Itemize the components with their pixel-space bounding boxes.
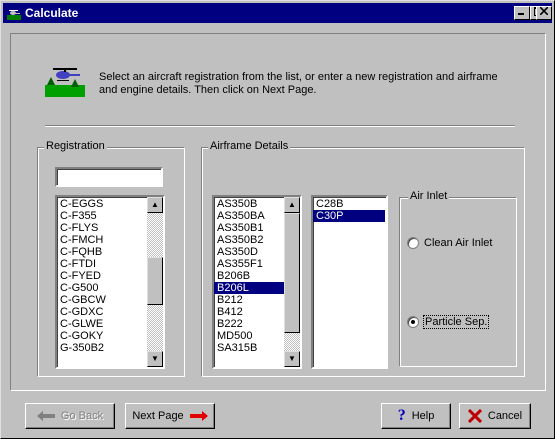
- minimize-icon: [518, 13, 524, 15]
- airframe-list-item[interactable]: AS350B1: [214, 222, 284, 234]
- next-page-label: Next Page: [132, 410, 184, 422]
- particle-sep-label: Particle Sep.: [422, 315, 490, 329]
- registration-list-item[interactable]: C-EGGS: [57, 198, 147, 210]
- registration-list-item[interactable]: C-FQHB: [57, 246, 147, 258]
- window-title: Calculate: [25, 6, 79, 20]
- airframe-legend: Airframe Details: [208, 140, 291, 152]
- registration-list-item[interactable]: C-GOKY: [57, 330, 147, 342]
- help-button[interactable]: ? Help: [381, 403, 451, 429]
- helicopter-app-icon: [6, 5, 22, 21]
- airframe-list-item[interactable]: AS350B: [214, 198, 284, 210]
- cancel-x-icon: [467, 409, 482, 423]
- registration-list[interactable]: C-EGGS C-F355 C-FLYS C-FMCH C-FQHB C-FTDI C-FY…: [55, 195, 165, 369]
- intro-text: Select an aircraft registration from the…: [99, 71, 498, 96]
- engine-list-item[interactable]: C28B: [313, 198, 385, 210]
- radio-icon: [407, 237, 419, 249]
- airframe-list-item[interactable]: AS350B2: [214, 234, 284, 246]
- help-icon: ?: [397, 407, 406, 424]
- minimize-button[interactable]: [514, 6, 530, 20]
- airframe-list-item[interactable]: MD500: [214, 330, 284, 342]
- airframe-list-item[interactable]: B222: [214, 318, 284, 330]
- registration-list-item[interactable]: C-FLYS: [57, 222, 147, 234]
- scroll-thumb[interactable]: [284, 213, 300, 333]
- airframe-list-item[interactable]: B206B: [214, 270, 284, 282]
- registration-scrollbar[interactable]: ▲ ▼: [147, 197, 163, 367]
- airframe-list-item[interactable]: AS355F1: [214, 258, 284, 270]
- registration-list-item[interactable]: G-350B2: [57, 342, 147, 354]
- arrow-down-icon: ▼: [288, 354, 296, 363]
- title-bar[interactable]: Calculate: [3, 3, 552, 23]
- registration-input[interactable]: [55, 167, 163, 187]
- registration-list-item[interactable]: C-GLWE: [57, 318, 147, 330]
- airframe-list[interactable]: AS350B AS350BA AS350B1 AS350B2 AS350D AS355F1…: [212, 195, 302, 369]
- clean-air-inlet-label: Clean Air Inlet: [424, 237, 493, 249]
- arrow-up-icon: ▲: [151, 200, 159, 209]
- airframe-list-item[interactable]: B412: [214, 306, 284, 318]
- airframe-list-item[interactable]: B206L: [214, 282, 284, 294]
- go-back-label: Go Back: [60, 410, 104, 422]
- cancel-button[interactable]: Cancel: [459, 403, 531, 429]
- radio-selected-icon: [407, 316, 419, 328]
- arrow-up-icon: ▲: [288, 200, 296, 209]
- scroll-down-button[interactable]: ▼: [147, 351, 163, 367]
- airframe-scrollbar[interactable]: ▲ ▼: [284, 197, 300, 367]
- cancel-label: Cancel: [487, 410, 523, 422]
- arrow-left-icon: [36, 411, 55, 421]
- engine-list-item[interactable]: C30P: [313, 210, 385, 222]
- arrow-right-icon: [189, 411, 208, 421]
- air-inlet-group: Air Inlet: [399, 190, 517, 367]
- registration-list-item[interactable]: C-G500: [57, 282, 147, 294]
- air-inlet-legend: Air Inlet: [408, 190, 450, 202]
- arrow-down-icon: ▼: [151, 354, 159, 363]
- particle-sep-radio[interactable]: Particle Sep.: [407, 315, 490, 329]
- registration-list-item[interactable]: C-FTDI: [57, 258, 147, 270]
- close-button[interactable]: [536, 6, 552, 20]
- next-page-button[interactable]: Next Page: [125, 403, 215, 429]
- scroll-thumb[interactable]: [147, 257, 163, 305]
- airframe-list-item[interactable]: AS350D: [214, 246, 284, 258]
- airframe-list-item[interactable]: SA315B: [214, 342, 284, 354]
- calculate-window: Calculate Select an aircraft registratio…: [0, 0, 555, 439]
- engine-list[interactable]: C28B C30P: [311, 195, 388, 369]
- airframe-list-item[interactable]: AS350BA: [214, 210, 284, 222]
- close-icon: [539, 6, 549, 16]
- registration-legend: Registration: [44, 140, 107, 152]
- clean-air-inlet-radio[interactable]: Clean Air Inlet: [407, 237, 492, 249]
- go-back-button[interactable]: Go Back: [25, 403, 115, 429]
- divider: [45, 125, 515, 127]
- scroll-up-button[interactable]: ▲: [147, 197, 163, 213]
- airframe-list-item[interactable]: B212: [214, 294, 284, 306]
- registration-list-item[interactable]: C-GBCW: [57, 294, 147, 306]
- help-label: Help: [411, 410, 435, 422]
- registration-list-item[interactable]: C-F355: [57, 210, 147, 222]
- registration-list-item[interactable]: C-FMCH: [57, 234, 147, 246]
- helicopter-icon: [45, 68, 85, 97]
- registration-list-item[interactable]: C-FYED: [57, 270, 147, 282]
- scroll-up-button[interactable]: ▲: [284, 197, 300, 213]
- registration-list-item[interactable]: C-GDXC: [57, 306, 147, 318]
- scroll-down-button[interactable]: ▼: [284, 351, 300, 367]
